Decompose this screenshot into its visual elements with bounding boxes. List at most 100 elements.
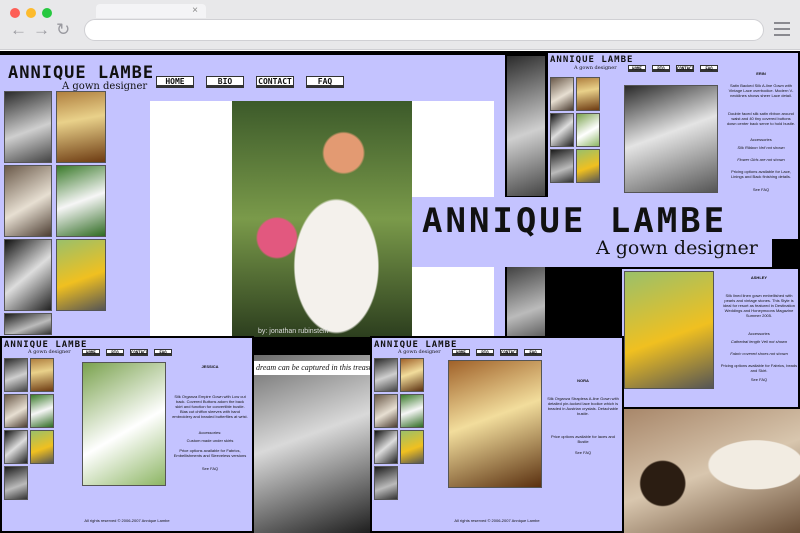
- jessica-pricing: Price options available for Fabrics, Emb…: [173, 448, 247, 458]
- erin-thumb-1[interactable]: [550, 77, 574, 111]
- erin-thumb-2[interactable]: [576, 77, 600, 111]
- erin-thumb-4[interactable]: [576, 113, 600, 147]
- jessica-thumb-5[interactable]: [4, 430, 28, 464]
- ashley-pricing: Pricing options available for Fabrics, b…: [720, 363, 798, 373]
- featured-bride-photo: [232, 101, 412, 337]
- thumb-nora[interactable]: [56, 91, 106, 163]
- thumb-ashley[interactable]: [56, 239, 106, 311]
- erin-description: Satin Backed Silk A-line Gown with Vinta…: [728, 83, 794, 98]
- ashley-see-faq[interactable]: See FAQ: [720, 377, 798, 382]
- jessica-name: JESSICA: [201, 364, 219, 369]
- jessica-nav-contact[interactable]: CONTACT: [130, 349, 148, 356]
- maximize-window-dot[interactable]: [42, 8, 52, 18]
- brand-logo: ANNIQUE LAMBE: [8, 63, 155, 83]
- jessica-accessories-heading: Accessories:: [198, 430, 222, 435]
- jessica-thumb-6[interactable]: [30, 430, 54, 464]
- erin-nav-home[interactable]: HOME: [628, 65, 646, 72]
- nora-thumb-6[interactable]: [400, 430, 424, 464]
- nora-thumb-4[interactable]: [400, 394, 424, 428]
- erin-name: ERIN: [756, 71, 766, 76]
- jessica-footer: All rights reserved © 2006-2007 Annique …: [84, 518, 170, 523]
- browser-tab[interactable]: ×: [96, 4, 206, 18]
- nav-home[interactable]: HOME: [156, 76, 194, 88]
- jessica-photo: [82, 362, 166, 486]
- erin-tagline: A gown designer: [574, 65, 617, 71]
- erin-thumb-6[interactable]: [576, 149, 600, 183]
- nora-tagline: A gown designer: [398, 349, 441, 355]
- ashley-description: Silk lined linen gown embellished with p…: [722, 293, 796, 318]
- veil-photo: [624, 409, 800, 533]
- main-page-screenshot: ANNIQUE LAMBE A gown designer HOME BIO C…: [0, 55, 505, 337]
- column-photo-top: [507, 56, 545, 196]
- erin-nav-contact[interactable]: CONTACT: [676, 65, 694, 72]
- nav-bio[interactable]: BIO: [206, 76, 244, 88]
- erin-thumb-5[interactable]: [550, 149, 574, 183]
- nora-nav-home[interactable]: HOME: [452, 349, 470, 356]
- jessica-thumb-2[interactable]: [30, 358, 54, 392]
- nora-thumb-3[interactable]: [374, 394, 398, 428]
- jessica-see-faq[interactable]: See FAQ: [172, 466, 248, 471]
- banner-brand: ANNIQUE LAMBE: [422, 201, 728, 241]
- nora-description: Silk Organza Strapless A-line Gown with …: [547, 396, 619, 416]
- jessica-thumb-4[interactable]: [30, 394, 54, 428]
- address-bar[interactable]: [84, 19, 764, 41]
- erin-photo: [624, 85, 718, 193]
- forward-arrow-icon[interactable]: →: [33, 18, 50, 42]
- jessica-thumb-7[interactable]: [4, 466, 28, 500]
- jessica-thumb-1[interactable]: [4, 358, 28, 392]
- erin-accessories-heading: Accessories: [750, 137, 772, 142]
- erin-brand: ANNIQUE LAMBE: [550, 55, 634, 65]
- nora-thumb-1[interactable]: [374, 358, 398, 392]
- thumb-veil[interactable]: [4, 165, 52, 237]
- nora-thumb-7[interactable]: [374, 466, 398, 500]
- nora-see-faq[interactable]: See FAQ: [546, 450, 620, 455]
- jessica-page-screenshot: ANNIQUE LAMBE A gown designer HOME BIO C…: [0, 336, 254, 533]
- close-window-dot[interactable]: [10, 8, 20, 18]
- ashley-accessories: Cathedral length Veil not shown: [730, 339, 788, 344]
- jessica-nav-faq[interactable]: FAQ: [154, 349, 172, 356]
- erin-nav-bio[interactable]: BIO: [652, 65, 670, 72]
- erin-thumb-3[interactable]: [550, 113, 574, 147]
- ashley-accessories-heading: Accessories: [748, 331, 770, 336]
- nora-photo: [448, 360, 542, 488]
- erin-pricing: Pricing options available for Lace, Lini…: [730, 169, 792, 179]
- banner-tagline: A gown designer: [596, 237, 758, 259]
- nav-contact[interactable]: CONTACT: [256, 76, 294, 88]
- hamburger-menu-icon[interactable]: [774, 22, 790, 36]
- nora-thumb-5[interactable]: [374, 430, 398, 464]
- erin-see-faq[interactable]: See FAQ: [726, 187, 796, 192]
- thumb-erin[interactable]: [4, 91, 52, 163]
- photo-credit: by: jonathan rubinstein: [258, 328, 329, 335]
- jessica-nav-bio[interactable]: BIO: [106, 349, 124, 356]
- ashley-extra: Fabric covered shoes not shown: [730, 351, 788, 356]
- nora-page-screenshot: ANNIQUE LAMBE A gown designer HOME BIO C…: [370, 336, 624, 533]
- jessica-thumb-3[interactable]: [4, 394, 28, 428]
- tab-close-icon[interactable]: ×: [192, 4, 198, 18]
- nora-nav-contact[interactable]: CONTACT: [500, 349, 518, 356]
- erin-extra: Flower Girls are not shown: [737, 157, 785, 162]
- nora-nav-bio[interactable]: BIO: [476, 349, 494, 356]
- ashley-name: ASHLEY: [750, 275, 768, 280]
- jessica-description: Silk Organza Empire Gown with Low cut ba…: [172, 394, 248, 419]
- reload-icon[interactable]: ↻: [56, 18, 70, 42]
- logo-banner: ANNIQUE LAMBE A gown designer: [412, 197, 772, 267]
- browser-toolbar: × ← → ↻: [0, 0, 800, 50]
- nora-name: NORA: [577, 378, 589, 383]
- bridesmaids-photo: [252, 355, 372, 533]
- nora-pricing: Price options available for laces and Bu…: [550, 434, 616, 444]
- jessica-tagline: A gown designer: [28, 349, 71, 355]
- erin-accessories: Silk Ribbon Veil not shown: [737, 145, 785, 150]
- back-arrow-icon[interactable]: ←: [10, 18, 27, 42]
- minimize-window-dot[interactable]: [26, 8, 36, 18]
- nav-faq[interactable]: FAQ: [306, 76, 344, 88]
- jessica-nav-home[interactable]: HOME: [82, 349, 100, 356]
- thumb-bottom[interactable]: [4, 313, 52, 335]
- thumb-bw[interactable]: [4, 239, 52, 311]
- nora-nav-faq[interactable]: FAQ: [524, 349, 542, 356]
- nora-thumb-2[interactable]: [400, 358, 424, 392]
- thumb-jessica[interactable]: [56, 165, 106, 237]
- nora-footer: All rights reserved © 2006-2007 Annique …: [454, 518, 540, 523]
- erin-nav-faq[interactable]: FAQ: [700, 65, 718, 72]
- ashley-photo: [624, 271, 714, 389]
- erin-detail: Double faced silk satin ribbon around wa…: [726, 111, 796, 126]
